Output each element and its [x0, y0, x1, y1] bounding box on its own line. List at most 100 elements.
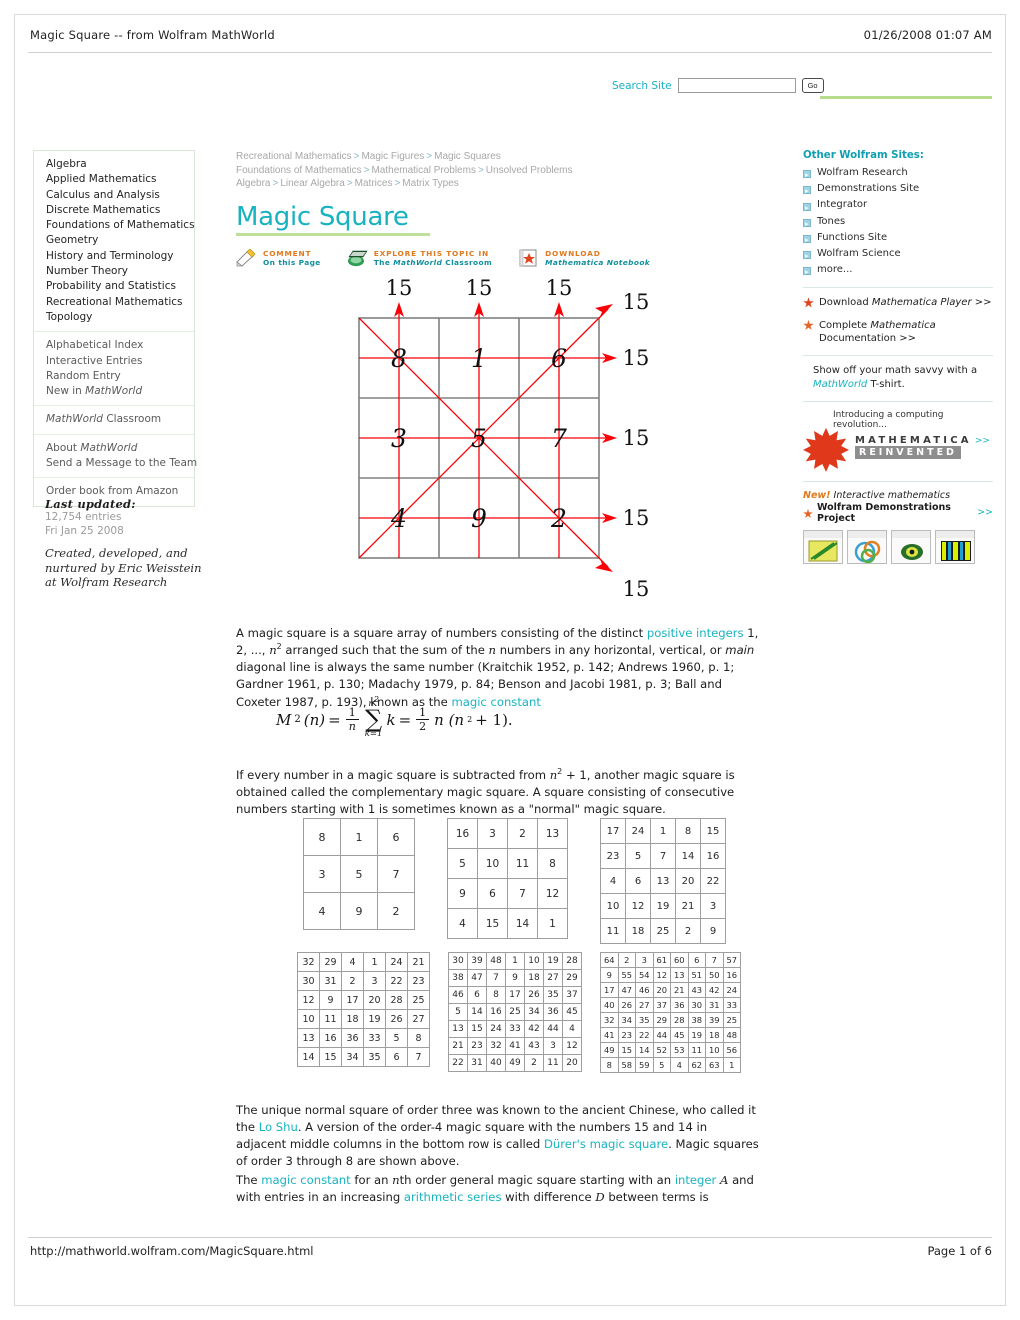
download-player-link[interactable]: Download Mathematica Player >> [803, 296, 993, 310]
site-link-wolfram-research[interactable]: Wolfram Research [803, 165, 993, 183]
sidebar-item-probability-and-statistics[interactable]: Probability and Statistics [46, 279, 194, 294]
magic-square-cell-0-7: 57 [722, 952, 741, 968]
link-arithmetic-series[interactable]: arithmetic series [404, 1190, 502, 1204]
promo-more-link[interactable]: >> [975, 436, 990, 446]
magic-square-cell-4-1: 34 [617, 1012, 636, 1028]
breadcrumb-link[interactable]: Matrices [355, 178, 393, 189]
sidebar-item-foundations-of-mathematics[interactable]: Foundations of Mathematics [46, 218, 195, 233]
tshirt-mathworld-link[interactable]: MathWorld [813, 379, 867, 390]
magic-square-cell-0-3: 1 [363, 952, 386, 972]
classroom-action[interactable]: EXPLORE THIS TOPIC IN The MathWorld Clas… [347, 249, 492, 268]
diag-down-sum: 15 [623, 577, 650, 601]
download-notebook-action[interactable]: DOWNLOAD Mathematica Notebook [518, 249, 650, 268]
sidebar-item-algebra[interactable]: Algebra [46, 157, 194, 172]
site-link-integrator[interactable]: Integrator [803, 197, 993, 216]
magic-square-cell-2-2: 46 [635, 982, 654, 998]
credit-line-2: nurtured by Eric Weisstein [45, 560, 202, 575]
sidebar-item-mathworld-classroom[interactable]: MathWorld Classroom [46, 412, 194, 427]
search-input[interactable] [677, 78, 796, 93]
complete-documentation-link[interactable]: Complete Mathematica Documentation >> [803, 319, 993, 346]
demo-thumbnail[interactable] [847, 529, 887, 564]
magic-square-cell-0-0: 8 [303, 818, 341, 856]
magic-square-cell-1-0: 30 [297, 971, 320, 991]
sidebar-divider [803, 480, 993, 482]
magic-square-cell-0-2: 6 [377, 818, 415, 856]
magic-square-cell-1-6: 29 [562, 969, 582, 987]
magic-square-order-8: 64 2 3 61 60 6 7 57 9 55 54 12 13 51 50 16 17 47 46 20 21 43 4… [600, 952, 741, 1073]
breadcrumb-link[interactable]: Magic Squares [434, 151, 501, 162]
tshirt-promo[interactable]: Show off your math savvy with a MathWorl… [803, 364, 993, 392]
sidebar-item-random-entry[interactable]: Random Entry [46, 369, 194, 384]
magic-square-cell-6-0: 22 [448, 1054, 468, 1072]
link-integer[interactable]: integer [675, 1173, 717, 1187]
sidebar-item-alphabetical-index[interactable]: Alphabetical Index [46, 338, 194, 353]
magic-square-cell-1-3: 14 [675, 843, 701, 869]
sidebar-item-send-a-message[interactable]: Send a Message to the Team [46, 456, 197, 471]
sidebar-item-topology[interactable]: Topology [46, 310, 194, 325]
demo-more-link[interactable]: >> [977, 507, 993, 518]
magic-square-cell-6-5: 11 [687, 1042, 706, 1058]
link-positive-integers[interactable]: positive integers [647, 626, 744, 640]
magic-square-gallery-row-1: 816357492 16 3 2 13 5 10 11 8 9 6 7 12 4 15 14 1 17 24 1 8… [303, 818, 726, 944]
sidebar-item-discrete-mathematics[interactable]: Discrete Mathematics [46, 203, 194, 218]
breadcrumb-link[interactable]: Linear Algebra [280, 178, 345, 189]
magic-square-cell-3-1: 11 [319, 1009, 342, 1029]
sidebar-item-calculus-and-analysis[interactable]: Calculus and Analysis [46, 188, 194, 203]
magic-square-cell-2-7: 24 [722, 982, 741, 998]
sidebar-item-applied-mathematics[interactable]: Applied Mathematics [46, 172, 194, 187]
magic-square-cell-4-0: 11 [600, 918, 626, 944]
mathematica-spikey-icon [803, 297, 814, 308]
magic-square-order-7: 30 39 48 1 10 19 28 38 47 7 9 18 27 29 46 6 8 17 26 35 37 5 14… [448, 952, 582, 1072]
magic-square-cell-7-1: 58 [617, 1057, 636, 1073]
magic-square-cell-2-3: 12 [537, 878, 568, 909]
sidebar-item-new-in-mathworld[interactable]: New in MathWorld [46, 384, 194, 399]
magic-square-cell-5-2: 32 [486, 1037, 506, 1055]
link-durers-magic-square[interactable]: Dürer's magic square [544, 1137, 668, 1151]
magic-square-cell-2-1: 9 [319, 990, 342, 1010]
magic-square-cell-0-5: 19 [543, 952, 563, 970]
site-link-wolfram-science[interactable]: Wolfram Science [803, 246, 993, 264]
sidebar-item-interactive-entries[interactable]: Interactive Entries [46, 354, 194, 369]
demo-thumbnail[interactable] [891, 529, 931, 564]
breadcrumb-link[interactable]: Matrix Types [402, 178, 459, 189]
breadcrumb-link[interactable]: Unsolved Problems [486, 165, 573, 176]
sidebar-item-number-theory[interactable]: Number Theory [46, 264, 194, 279]
breadcrumb-link[interactable]: Recreational Mathematics [236, 151, 352, 162]
sun-burst-icon [803, 508, 813, 519]
link-lo-shu[interactable]: Lo Shu [259, 1120, 298, 1134]
mathematica-promo[interactable]: Introducing a computing revolution... MA… [803, 410, 993, 472]
magic-square-cell-0-6: 28 [562, 952, 582, 970]
bullet-square-icon [803, 264, 811, 281]
magic-square-cell-6-3: 52 [652, 1042, 671, 1058]
demonstrations-promo[interactable]: New! Interactive mathematics Wolfram Dem… [803, 490, 993, 564]
magic-square-cell-1-3: 3 [363, 971, 386, 991]
search-go-button[interactable]: Go [801, 78, 824, 93]
magic-square-row: 21 23 32 41 43 3 12 [448, 1037, 582, 1055]
demo-thumbnail[interactable] [803, 529, 843, 564]
magic-square-cell-0-0: 64 [600, 952, 619, 968]
site-link-label: Demonstrations Site [817, 183, 920, 195]
site-link-demonstrations-site[interactable]: Demonstrations Site [803, 181, 993, 199]
sidebar-item-history-and-terminology[interactable]: History and Terminology [46, 249, 194, 264]
breadcrumb-link[interactable]: Magic Figures [361, 151, 424, 162]
breadcrumb-link[interactable]: Algebra [236, 178, 270, 189]
magic-square-cell-5-5: 3 [543, 1037, 563, 1055]
breadcrumb-link[interactable]: Foundations of Mathematics [236, 165, 362, 176]
breadcrumb-link[interactable]: Mathematical Problems [371, 165, 475, 176]
site-search: Search Site Go [612, 78, 824, 93]
link-magic-constant-2[interactable]: magic constant [261, 1173, 350, 1187]
site-link-more[interactable]: more... [803, 262, 993, 281]
p4-var-D: D [595, 1189, 605, 1204]
sidebar-item-recreational-mathematics[interactable]: Recreational Mathematics [46, 295, 194, 310]
magic-square-cell-2-1: 6 [477, 878, 508, 909]
magic-square-cell-3-5: 36 [543, 1003, 563, 1021]
magic-square-cell-5-6: 18 [705, 1027, 724, 1043]
comment-action[interactable]: COMMENT On this Page [236, 248, 321, 268]
site-link-functions-site[interactable]: Functions Site [803, 230, 993, 248]
magic-square-cell-3-2: 14 [507, 908, 538, 939]
demo-thumbnail[interactable] [935, 529, 975, 564]
sidebar-item-geometry[interactable]: Geometry [46, 233, 194, 248]
magic-square-cell-0-3: 8 [675, 818, 701, 844]
sidebar-item-about-mathworld[interactable]: About MathWorld [46, 441, 194, 456]
site-link-tones[interactable]: Tones [803, 214, 993, 232]
